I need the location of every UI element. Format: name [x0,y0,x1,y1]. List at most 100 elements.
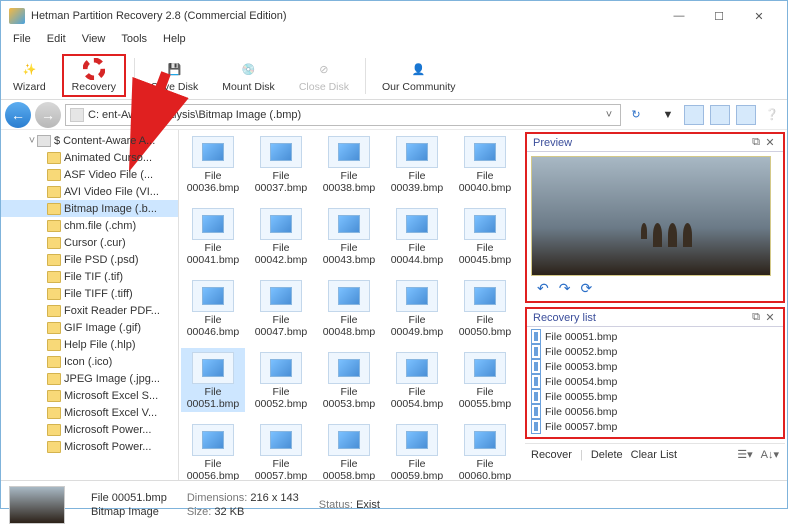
tree-item[interactable]: Icon (.ico) [1,353,178,370]
refresh-button[interactable]: ↻ [625,104,647,126]
view-mode-1[interactable] [683,104,705,126]
tree-item[interactable]: chm.file (.chm) [1,217,178,234]
recovery-list-item[interactable]: File 00057.bmp [531,419,779,434]
file-item[interactable]: File00056.bmp [181,420,245,480]
file-item[interactable]: File00042.bmp [249,204,313,268]
file-item[interactable]: File00048.bmp [317,276,381,340]
tree-item[interactable]: Animated Curso... [1,149,178,166]
community-button[interactable]: 👤 Our Community [374,56,464,95]
recovery-list-item[interactable]: File 00053.bmp [531,359,779,374]
file-item[interactable]: File00057.bmp [249,420,313,480]
maximize-button[interactable]: ☐ [699,2,739,30]
back-button[interactable]: ← [5,102,31,128]
recovery-list-item[interactable]: File 00052.bmp [531,344,779,359]
status-filetype: Bitmap Image [91,506,167,518]
tree-item[interactable]: Microsoft Power... [1,421,178,438]
file-item[interactable]: File00040.bmp [453,132,517,196]
preview-title: Preview [533,137,749,149]
save-disk-button[interactable]: 💾 Save Disk [143,56,206,95]
recovery-popout-icon[interactable]: ⧉ [749,311,763,324]
list-options-icon[interactable]: ☰▾ [737,448,752,461]
rotate-right-icon[interactable]: ↷ [559,280,571,297]
file-item[interactable]: File00039.bmp [385,132,449,196]
file-item[interactable]: File00060.bmp [453,420,517,480]
view-mode-3[interactable] [735,104,757,126]
window-title: Hetman Partition Recovery 2.8 (Commercia… [31,10,659,22]
recovery-list-item[interactable]: File 00051.bmp [531,329,779,344]
recovery-close-icon[interactable]: ✕ [763,311,777,324]
file-item[interactable]: File00052.bmp [249,348,313,412]
file-item[interactable]: File00050.bmp [453,276,517,340]
menu-help[interactable]: Help [155,31,194,52]
address-field[interactable]: C: ent-Aware Analysis\Bitmap Image (.bmp… [65,104,621,126]
recovery-list-title: Recovery list [533,312,749,324]
view-mode-2[interactable] [709,104,731,126]
recovery-list-item[interactable]: File 00056.bmp [531,404,779,419]
wizard-button[interactable]: ✨ Wizard [5,56,54,95]
file-item[interactable]: File00038.bmp [317,132,381,196]
file-item[interactable]: File00043.bmp [317,204,381,268]
file-item[interactable]: File00046.bmp [181,276,245,340]
size-label: Size: [187,506,211,518]
file-item[interactable]: File00045.bmp [453,204,517,268]
file-item[interactable]: File00054.bmp [385,348,449,412]
preview-popout-icon[interactable]: ⧉ [749,136,763,149]
delete-button[interactable]: Delete [591,449,623,461]
tree-item[interactable]: Microsoft Excel V... [1,404,178,421]
forward-button: → [35,102,61,128]
recovery-actions: Recover| Delete Clear List ☰▾ A↓▾ [525,443,785,465]
file-item[interactable]: File00037.bmp [249,132,313,196]
file-item[interactable]: File00059.bmp [385,420,449,480]
file-item[interactable]: File00055.bmp [453,348,517,412]
recover-button[interactable]: Recover [531,449,572,461]
tree-item[interactable]: Cursor (.cur) [1,234,178,251]
minimize-button[interactable]: ― [659,2,699,30]
rotate-left-icon[interactable]: ↶ [537,280,549,297]
tree-item[interactable]: File TIFF (.tiff) [1,285,178,302]
file-item[interactable]: File00044.bmp [385,204,449,268]
tree-item[interactable]: Bitmap Image (.b... [1,200,178,217]
tree-item[interactable]: ASF Video File (... [1,166,178,183]
tree-item[interactable]: GIF Image (.gif) [1,319,178,336]
tree-item[interactable]: File TIF (.tif) [1,268,178,285]
file-grid[interactable]: File00036.bmpFile00037.bmpFile00038.bmpF… [179,130,523,480]
tree-item[interactable]: JPEG Image (.jpg... [1,370,178,387]
tree-item[interactable]: File PSD (.psd) [1,251,178,268]
preview-close-icon[interactable]: ✕ [763,136,777,149]
menu-file[interactable]: File [5,31,39,52]
filter-icon[interactable]: ▼ [657,104,679,126]
wizard-label: Wizard [13,81,46,93]
tree-item[interactable]: Help File (.hlp) [1,336,178,353]
status-bar: File 00051.bmp Bitmap Image Dimensions: … [1,480,787,528]
mount-disk-button[interactable]: 💿 Mount Disk [214,56,283,95]
menu-tools[interactable]: Tools [113,31,155,52]
tree-item[interactable]: Microsoft Excel S... [1,387,178,404]
refresh-preview-icon[interactable]: ⟳ [580,280,592,297]
preview-panel: Preview ⧉ ✕ ↶ ↷ ⟳ [525,132,785,303]
file-item[interactable]: File00047.bmp [249,276,313,340]
status-filename: File 00051.bmp [91,492,167,504]
recovery-button[interactable]: Recovery [62,54,126,97]
tree-view[interactable]: ˅$ Content-Aware A...Animated Curso...AS… [1,130,179,480]
file-item[interactable]: File00036.bmp [181,132,245,196]
tree-root[interactable]: ˅$ Content-Aware A... [1,132,178,149]
close-button[interactable]: ✕ [739,2,779,30]
sort-icon[interactable]: A↓▾ [761,448,779,461]
lifesaver-icon [83,58,105,80]
file-item[interactable]: File00058.bmp [317,420,381,480]
clear-list-button[interactable]: Clear List [631,449,677,461]
file-item[interactable]: File00049.bmp [385,276,449,340]
file-item[interactable]: File00053.bmp [317,348,381,412]
file-item[interactable]: File00051.bmp [181,348,245,412]
address-dropdown-icon[interactable]: ˅ [602,109,616,121]
recovery-list-item[interactable]: File 00054.bmp [531,374,779,389]
recovery-list-item[interactable]: File 00055.bmp [531,389,779,404]
save-disk-label: Save Disk [151,81,198,93]
tree-item[interactable]: AVI Video File (VI... [1,183,178,200]
menu-view[interactable]: View [74,31,114,52]
help-icon[interactable]: ❔ [761,104,783,126]
file-item[interactable]: File00041.bmp [181,204,245,268]
tree-item[interactable]: Microsoft Power... [1,438,178,455]
tree-item[interactable]: Foxit Reader PDF... [1,302,178,319]
menu-edit[interactable]: Edit [39,31,74,52]
